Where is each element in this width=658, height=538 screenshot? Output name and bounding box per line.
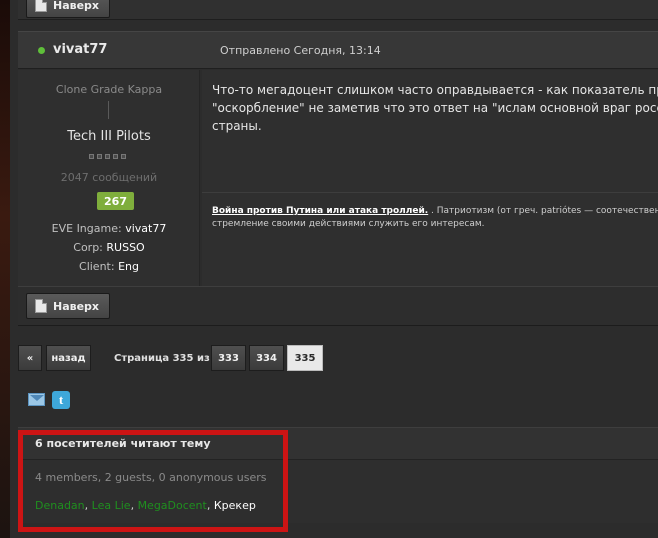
post-date: Отправлено Сегодня, 13:14	[220, 44, 381, 57]
active-viewers-summary: 4 members, 2 guests, 0 anonymous users	[35, 471, 267, 484]
author-post-count: 2047 сообщений	[60, 171, 158, 184]
signature-line-text: . Патриотизм (от греч. patriótes — сооте…	[428, 206, 658, 216]
signature-link[interactable]: Война против Путина или атака троллей.	[212, 206, 428, 216]
rank-pip	[105, 154, 110, 159]
post-author-name[interactable]: vivat77	[53, 42, 107, 57]
post-signature: Война против Путина или атака троллей. .…	[202, 192, 658, 286]
forum-page: Наверх vivat77 Отправлено Сегодня, 13:14…	[10, 0, 658, 538]
post-header: vivat77 Отправлено Сегодня, 13:14	[18, 31, 658, 69]
post-text-line: "оскорбление" не заметив что это ответ н…	[212, 101, 658, 115]
post-text-line: страны.	[212, 119, 262, 133]
previous-page-button[interactable]: назад	[46, 345, 91, 371]
page-current-335[interactable]: 335	[287, 345, 323, 371]
email-icon[interactable]	[28, 393, 45, 406]
previous-post-footer: Наверх	[18, 0, 658, 20]
back-to-top-label: Наверх	[53, 0, 100, 12]
back-to-top-label: Наверх	[53, 299, 100, 313]
page-link-333[interactable]: 333	[211, 345, 246, 371]
signature-line: Война против Путина или атака троллей. .…	[212, 205, 658, 218]
viewer-separator: ,	[130, 499, 138, 512]
document-icon	[35, 0, 47, 12]
post-text: Что-то мегадоцент слишком часто оправдыв…	[212, 81, 658, 135]
active-viewers-panel: 6 посетителей читают тему 4 members, 2 g…	[18, 427, 658, 523]
rank-pip	[89, 154, 94, 159]
client-row: Client: Eng	[18, 260, 200, 273]
back-to-top-button-top[interactable]: Наверх	[26, 0, 111, 18]
active-viewers-list: Denadan, Lea Lie, MegaDocent, Крекер	[35, 499, 256, 512]
active-viewers-header: 6 посетителей читают тему	[18, 428, 658, 460]
back-to-top-button[interactable]: Наверх	[26, 293, 111, 319]
rank-pip	[121, 154, 126, 159]
rank-pips	[89, 154, 126, 159]
post-footer: Наверх	[18, 286, 658, 326]
corp-row: Corp: RUSSO	[18, 241, 200, 254]
twitter-icon[interactable]: t	[52, 391, 70, 409]
viewer-separator: ,	[84, 499, 92, 512]
signature-line: стремление своими действиями служить его…	[212, 219, 485, 229]
rank-divider	[108, 101, 109, 119]
page-link-334[interactable]: 334	[249, 345, 284, 371]
client-value: Eng	[118, 260, 139, 273]
document-icon	[35, 299, 47, 313]
author-info-panel: Clone Grade Kappa Tech III Pilots 2047 с…	[18, 70, 200, 286]
viewer-separator: ,	[206, 499, 214, 512]
author-rank: Clone Grade Kappa	[55, 83, 163, 96]
eve-ingame-value: vivat77	[125, 222, 167, 235]
first-page-button[interactable]: «	[18, 345, 42, 371]
post-body: Что-то мегадоцент слишком часто оправдыв…	[202, 70, 658, 192]
viewer-name-link[interactable]: Denadan	[35, 499, 85, 512]
client-label: Client:	[79, 260, 115, 273]
viewer-name-link[interactable]: Крекер	[214, 499, 256, 512]
background-left-edge	[0, 0, 10, 538]
viewer-name-link[interactable]: MegaDocent	[138, 499, 207, 512]
viewer-name-link[interactable]: Lea Lie	[92, 499, 131, 512]
author-group: Tech III Pilots	[67, 129, 151, 144]
reputation-badge[interactable]: 267	[97, 192, 134, 210]
corp-label: Corp:	[73, 241, 103, 254]
eve-ingame-row: EVE Ingame: vivat77	[18, 222, 200, 235]
post-text-line: Что-то мегадоцент слишком часто оправдыв…	[212, 83, 658, 97]
rank-pip	[97, 154, 102, 159]
corp-value: RUSSO	[106, 241, 145, 254]
signature-text: Война против Путина или атака троллей. .…	[212, 205, 658, 231]
active-viewers-title: 6 посетителей читают тему	[35, 437, 211, 450]
rank-pip	[113, 154, 118, 159]
eve-ingame-label: EVE Ingame:	[51, 222, 122, 235]
online-status-icon	[38, 47, 45, 54]
